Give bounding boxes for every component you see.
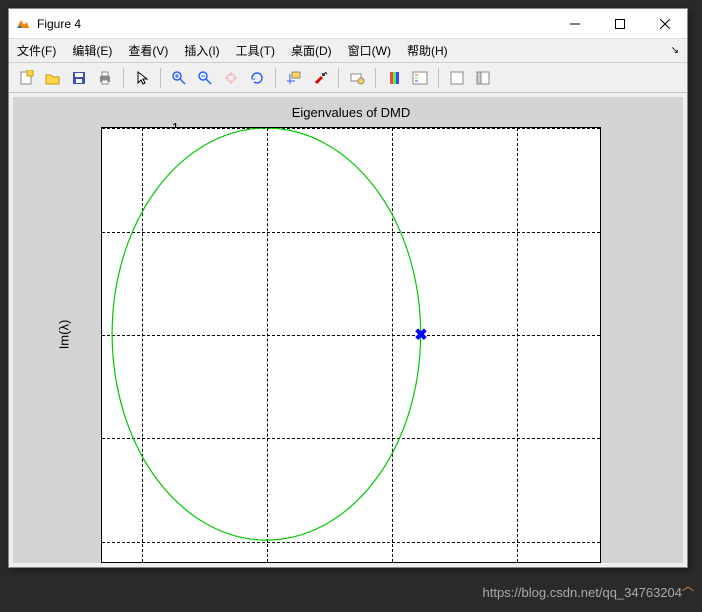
plot-title: Eigenvalues of DMD xyxy=(101,105,601,120)
legend-button[interactable] xyxy=(408,66,432,90)
rotate-button[interactable] xyxy=(245,66,269,90)
menu-overflow-icon[interactable]: ↘ xyxy=(671,45,679,56)
menu-window[interactable]: 窗口(W) xyxy=(348,42,391,59)
toolbar-separator xyxy=(438,68,439,88)
axes: ✖ xyxy=(101,127,601,563)
menu-tools[interactable]: 工具(T) xyxy=(236,42,275,59)
link-button[interactable] xyxy=(345,66,369,90)
y-axis-label: Im(λ) xyxy=(56,320,71,350)
maximize-button[interactable] xyxy=(597,9,642,38)
save-button[interactable] xyxy=(67,66,91,90)
new-figure-button[interactable] xyxy=(15,66,39,90)
menubar: 文件(F) 编辑(E) 查看(V) 插入(I) 工具(T) 桌面(D) 窗口(W… xyxy=(9,39,687,63)
toolbar-separator xyxy=(375,68,376,88)
menu-view[interactable]: 查看(V) xyxy=(128,42,168,59)
matlab-icon xyxy=(15,16,31,32)
pan-button[interactable] xyxy=(219,66,243,90)
toolbar xyxy=(9,63,687,93)
window-title: Figure 4 xyxy=(37,17,552,31)
figure-window: Figure 4 文件(F) 编辑(E) 查看(V) 插入(I) 工具(T) 桌… xyxy=(8,8,688,568)
colorbar-button[interactable] xyxy=(382,66,406,90)
unit-circle xyxy=(102,128,600,562)
open-button[interactable] xyxy=(41,66,65,90)
pointer-button[interactable] xyxy=(130,66,154,90)
menu-edit[interactable]: 编辑(E) xyxy=(72,42,112,59)
titlebar: Figure 4 xyxy=(9,9,687,39)
print-button[interactable] xyxy=(93,66,117,90)
show-tools-button[interactable] xyxy=(471,66,495,90)
zoom-out-button[interactable] xyxy=(193,66,217,90)
minimize-button[interactable] xyxy=(552,9,597,38)
menu-desktop[interactable]: 桌面(D) xyxy=(291,42,332,59)
toolbar-separator xyxy=(160,68,161,88)
brush-button[interactable] xyxy=(308,66,332,90)
toolbar-separator xyxy=(123,68,124,88)
menu-file[interactable]: 文件(F) xyxy=(17,42,56,59)
hide-tools-button[interactable] xyxy=(445,66,469,90)
menu-help[interactable]: 帮助(H) xyxy=(407,42,448,59)
plot-canvas[interactable]: Eigenvalues of DMD Im(λ) 1 0.5 0 -0.5 ✖ xyxy=(13,97,683,563)
close-button[interactable] xyxy=(642,9,687,38)
zoom-in-button[interactable] xyxy=(167,66,191,90)
toolbar-separator xyxy=(275,68,276,88)
menu-insert[interactable]: 插入(I) xyxy=(184,42,219,59)
data-cursor-button[interactable] xyxy=(282,66,306,90)
watermark-text: https://blog.csdn.net/qq_34763204 xyxy=(483,585,683,600)
toolbar-separator xyxy=(338,68,339,88)
eigenvalue-marker: ✖ xyxy=(414,325,427,345)
watermark-arrow-icon: ︿ xyxy=(682,577,694,594)
